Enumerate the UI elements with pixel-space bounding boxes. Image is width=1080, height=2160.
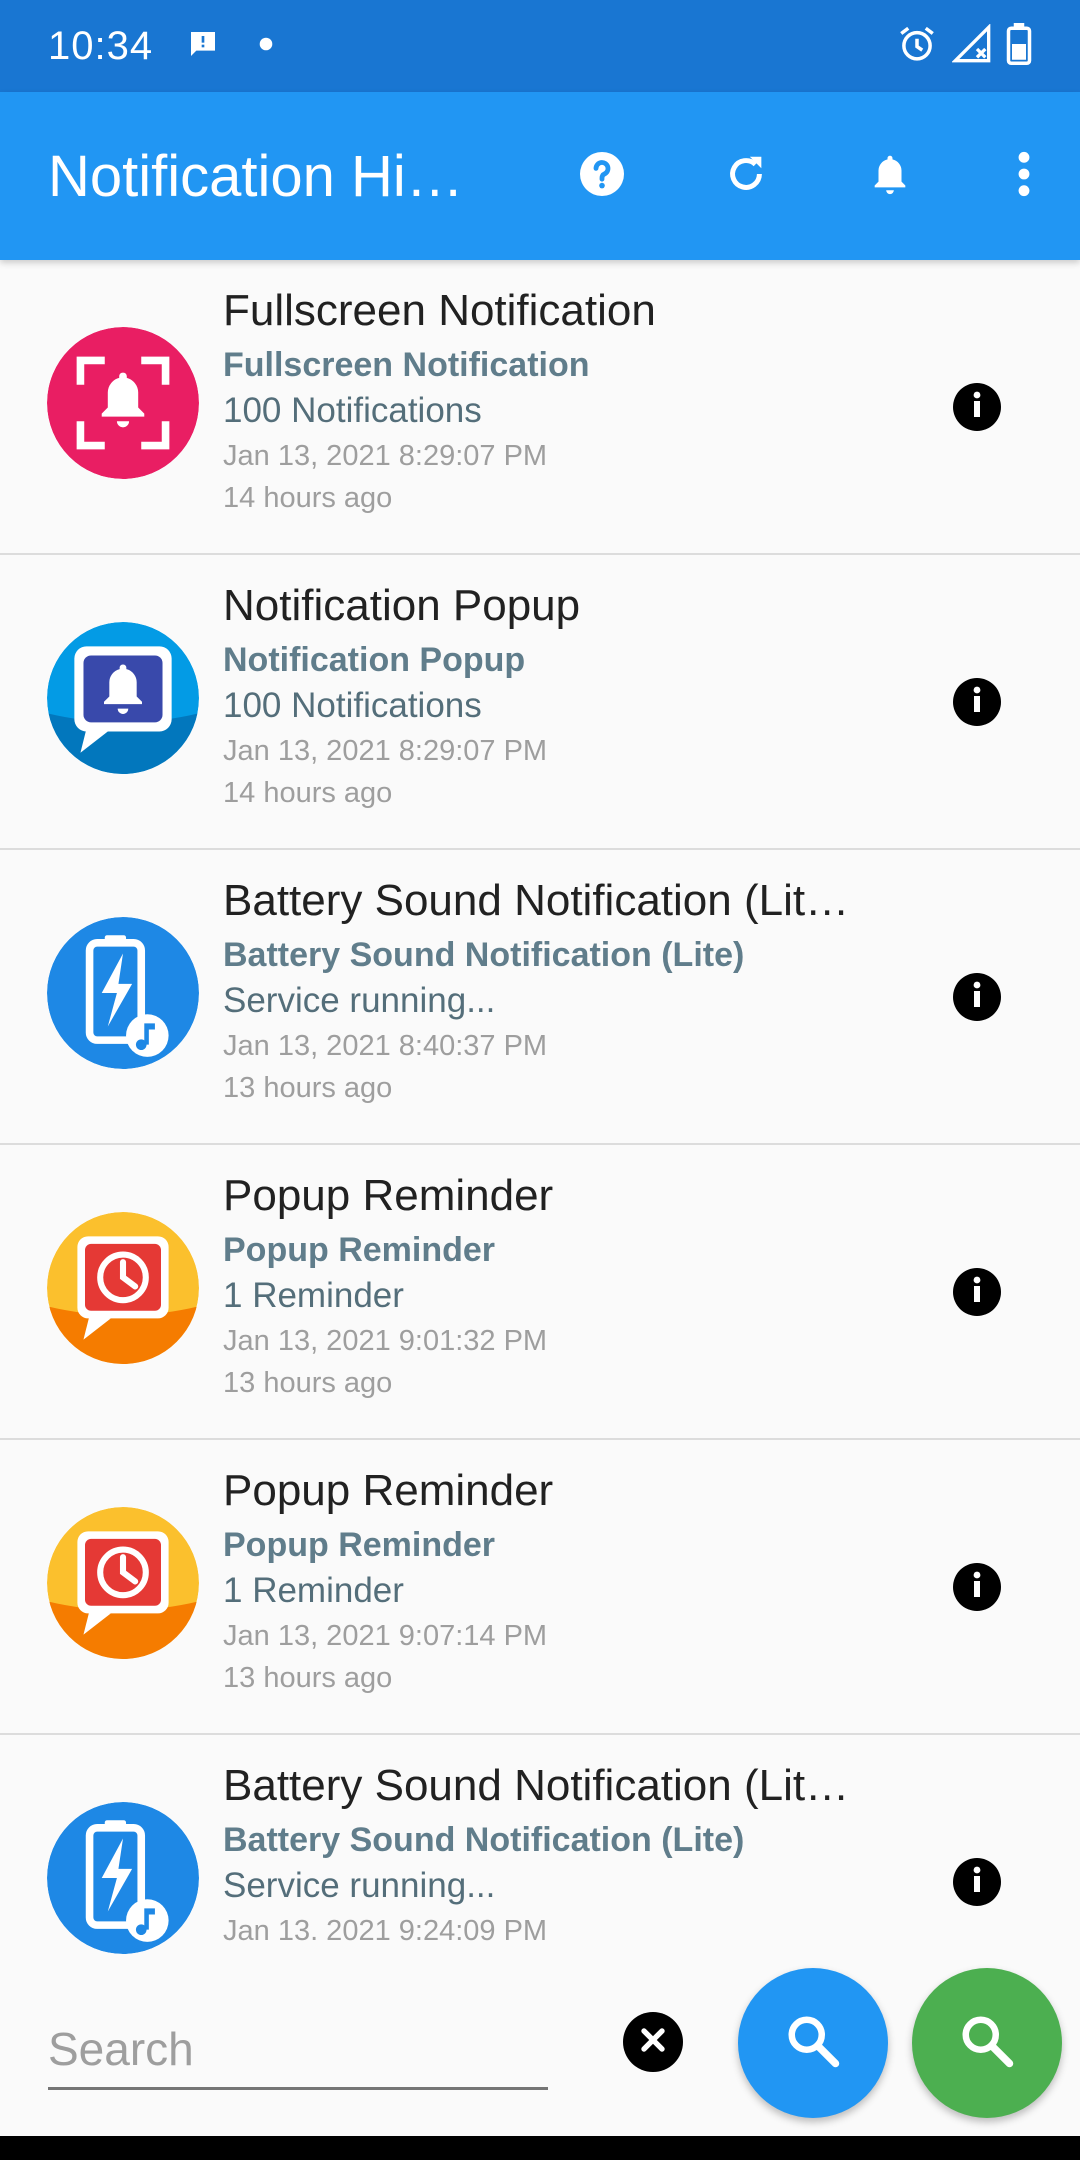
search-icon <box>957 2011 1017 2076</box>
info-button[interactable] <box>953 383 1001 431</box>
alarm-icon <box>896 23 938 70</box>
notification-text: Service running... <box>223 1866 496 1905</box>
info-icon <box>953 971 1001 1024</box>
signal-icon <box>951 22 992 69</box>
notification-relative-time: 14 hours ago <box>223 777 393 809</box>
list-item[interactable]: Popup Reminder Popup Reminder 1 Reminder… <box>0 1440 1080 1735</box>
info-button[interactable] <box>953 973 1001 1021</box>
notification-date: Jan 13, 2021 8:29:07 PM <box>223 735 548 767</box>
more-options-button[interactable] <box>962 116 1032 236</box>
notification-relative-time: 13 hours ago <box>223 1367 393 1399</box>
notification-title: Popup Reminder <box>223 1466 554 1515</box>
refresh-button[interactable] <box>674 116 818 236</box>
bell-icon <box>867 151 913 202</box>
list-item[interactable]: Battery Sound Notification (Lit… Battery… <box>0 850 1080 1145</box>
notification-app-name: Battery Sound Notification (Lite) <box>223 936 745 974</box>
info-button[interactable] <box>953 678 1001 726</box>
status-time: 10:34 <box>48 23 154 68</box>
info-icon <box>953 1856 1001 1909</box>
notification-app-name: Battery Sound Notification (Lite) <box>223 1821 745 1859</box>
notification-app-name: Fullscreen Notification <box>223 346 590 384</box>
search-button[interactable] <box>738 1968 888 2118</box>
info-button[interactable] <box>953 1563 1001 1611</box>
notification-date: Jan 13, 2021 8:29:07 PM <box>223 440 548 472</box>
clear-search-button[interactable] <box>623 2012 683 2072</box>
search-icon <box>783 2011 843 2076</box>
page-title: Notification Hi… <box>48 143 464 209</box>
notification-text: 100 Notifications <box>223 391 482 430</box>
list-item[interactable]: Fullscreen Notification Fullscreen Notif… <box>0 260 1080 555</box>
list-item[interactable]: Battery Sound Notification (Lit… Battery… <box>0 1735 1080 1970</box>
info-button[interactable] <box>953 1268 1001 1316</box>
refresh-icon <box>723 151 769 202</box>
help-icon <box>578 150 626 203</box>
notification-settings-button[interactable] <box>818 116 962 236</box>
close-icon <box>635 2022 671 2063</box>
notification-relative-time: 14 hours ago <box>223 482 393 514</box>
notification-title: Fullscreen Notification <box>223 286 656 335</box>
app-bar: Notification Hi… <box>0 92 1080 260</box>
notification-date: Jan 13. 2021 9:24:09 PM <box>223 1915 548 1947</box>
notification-text: 1 Reminder <box>223 1571 404 1610</box>
info-button[interactable] <box>953 1858 1001 1906</box>
popup-reminder-app-icon <box>47 1212 199 1364</box>
status-bar: 10:34 <box>0 0 1080 92</box>
info-icon <box>953 676 1001 729</box>
notification-date: Jan 13, 2021 8:40:37 PM <box>223 1030 548 1062</box>
battery-sound-app-icon <box>47 1802 199 1954</box>
notification-title: Battery Sound Notification (Lit… <box>223 876 850 925</box>
notification-relative-time: 13 hours ago <box>223 1662 393 1694</box>
dot-icon <box>259 37 273 56</box>
battery-sound-app-icon <box>47 917 199 1069</box>
search-input[interactable] <box>48 2010 548 2090</box>
info-icon <box>953 1561 1001 1614</box>
notification-app-name: Popup Reminder <box>223 1231 496 1269</box>
help-button[interactable] <box>530 116 674 236</box>
notification-date: Jan 13, 2021 9:07:14 PM <box>223 1620 548 1652</box>
notification-text: 1 Reminder <box>223 1276 404 1315</box>
message-icon <box>187 28 219 65</box>
notification-app-name: Popup Reminder <box>223 1526 496 1564</box>
notification-date: Jan 13, 2021 9:01:32 PM <box>223 1325 548 1357</box>
info-icon <box>953 1266 1001 1319</box>
notification-title: Popup Reminder <box>223 1171 554 1220</box>
advanced-search-button[interactable] <box>912 1968 1062 2118</box>
list-item[interactable]: Popup Reminder Popup Reminder 1 Reminder… <box>0 1145 1080 1440</box>
notification-app-name: Notification Popup <box>223 641 526 679</box>
more-vert-icon <box>1016 149 1032 204</box>
notification-text: Service running... <box>223 981 496 1020</box>
notification-title: Battery Sound Notification (Lit… <box>223 1761 850 1810</box>
navigation-bar <box>0 2136 1080 2160</box>
notification-title: Notification Popup <box>223 581 581 630</box>
notification-list[interactable]: Fullscreen Notification Fullscreen Notif… <box>0 260 1080 1970</box>
notification-relative-time: 13 hours ago <box>223 1072 393 1104</box>
info-icon <box>953 381 1001 434</box>
notification-text: 100 Notifications <box>223 686 482 725</box>
notification-popup-app-icon <box>47 622 199 774</box>
fullscreen-notification-app-icon <box>47 327 199 479</box>
battery-icon <box>1006 22 1032 70</box>
popup-reminder-app-icon <box>47 1507 199 1659</box>
list-item[interactable]: Notification Popup Notification Popup 10… <box>0 555 1080 850</box>
